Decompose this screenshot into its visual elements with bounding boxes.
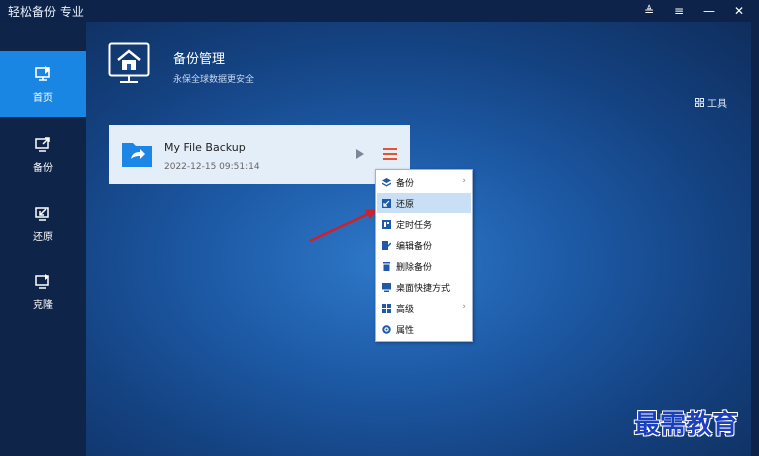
right-edge — [751, 22, 759, 456]
sidebar-item-label: 克隆 — [33, 299, 53, 311]
minimize-button[interactable]: — — [703, 4, 715, 18]
gear-icon — [382, 324, 391, 334]
sidebar: 首页 备份 还原 克隆 — [0, 22, 86, 456]
sidebar-item-label: 备份 — [33, 162, 53, 174]
sidebar-item-home[interactable]: 首页 — [0, 51, 86, 117]
home-icon — [108, 42, 150, 83]
schedule-icon — [382, 219, 391, 229]
backup-task-card[interactable]: My File Backup 2022-12-15 09:51:14 — [109, 125, 410, 184]
title-bar: 轻松备份 专业 ≜ ≡ — ✕ — [0, 0, 759, 22]
clone-icon — [35, 273, 49, 289]
menu-item-schedule[interactable]: 定时任务 — [377, 214, 471, 234]
sidebar-item-clone[interactable]: 克隆 — [0, 258, 86, 324]
chevron-right-icon: › — [462, 302, 466, 312]
page-subtitle: 永保全球数据更安全 — [173, 75, 255, 85]
menu-item-desktop-shortcut[interactable]: 桌面快捷方式 — [377, 277, 471, 297]
menu-item-label: 定时任务 — [396, 220, 433, 231]
sidebar-item-restore[interactable]: 还原 — [0, 190, 86, 256]
menu-item-label: 高级 — [396, 304, 415, 315]
window-controls: ≜ ≡ — ✕ — [643, 0, 745, 22]
menu-item-label: 编辑备份 — [396, 241, 433, 252]
app-title: 轻松备份 专业 — [8, 4, 84, 19]
tools-button[interactable]: 工具 — [695, 95, 727, 110]
restore-icon — [382, 198, 391, 208]
tools-label: 工具 — [707, 99, 727, 110]
close-button[interactable]: ✕ — [733, 4, 745, 18]
menu-item-edit[interactable]: 编辑备份 — [377, 235, 471, 255]
sidebar-item-backup[interactable]: 备份 — [0, 121, 86, 187]
menu-item-restore[interactable]: 还原 — [377, 193, 471, 213]
menu-item-label: 还原 — [396, 199, 415, 210]
watermark: 最需教育 — [634, 410, 739, 440]
play-icon[interactable] — [355, 149, 365, 159]
grid-icon — [382, 303, 391, 313]
sidebar-item-label: 还原 — [33, 231, 53, 243]
backup-icon — [35, 136, 50, 152]
chevron-right-icon: › — [462, 176, 466, 186]
context-menu: 备份 › 还原 定时任务 编辑备份 删除备份 桌面快捷方式 高级 › 属性 — [375, 169, 473, 342]
trash-icon — [383, 261, 390, 271]
pin-icon[interactable]: ≜ — [643, 4, 655, 18]
page-title: 备份管理 — [173, 52, 226, 67]
menu-item-advanced[interactable]: 高级 › — [377, 298, 471, 318]
menu-item-properties[interactable]: 属性 — [377, 319, 471, 339]
edit-icon — [382, 240, 391, 250]
shortcut-icon — [382, 282, 391, 292]
menu-icon[interactable] — [383, 148, 397, 160]
sidebar-item-label: 首页 — [33, 92, 53, 104]
menu-item-label: 属性 — [396, 325, 415, 336]
menu-item-backup[interactable]: 备份 › — [377, 172, 471, 192]
backup-date: 2022-12-15 09:51:14 — [164, 162, 260, 172]
backup-name: My File Backup — [164, 141, 246, 154]
restore-icon — [35, 206, 49, 221]
menu-item-label: 桌面快捷方式 — [396, 283, 451, 294]
folder-icon — [122, 143, 152, 167]
menu-icon[interactable]: ≡ — [673, 4, 685, 18]
menu-item-label: 备份 — [396, 178, 415, 189]
grid-icon — [695, 98, 704, 107]
layers-icon — [382, 177, 391, 186]
menu-item-label: 删除备份 — [396, 262, 433, 273]
menu-item-delete[interactable]: 删除备份 — [377, 256, 471, 276]
home-monitor-icon — [35, 65, 50, 81]
